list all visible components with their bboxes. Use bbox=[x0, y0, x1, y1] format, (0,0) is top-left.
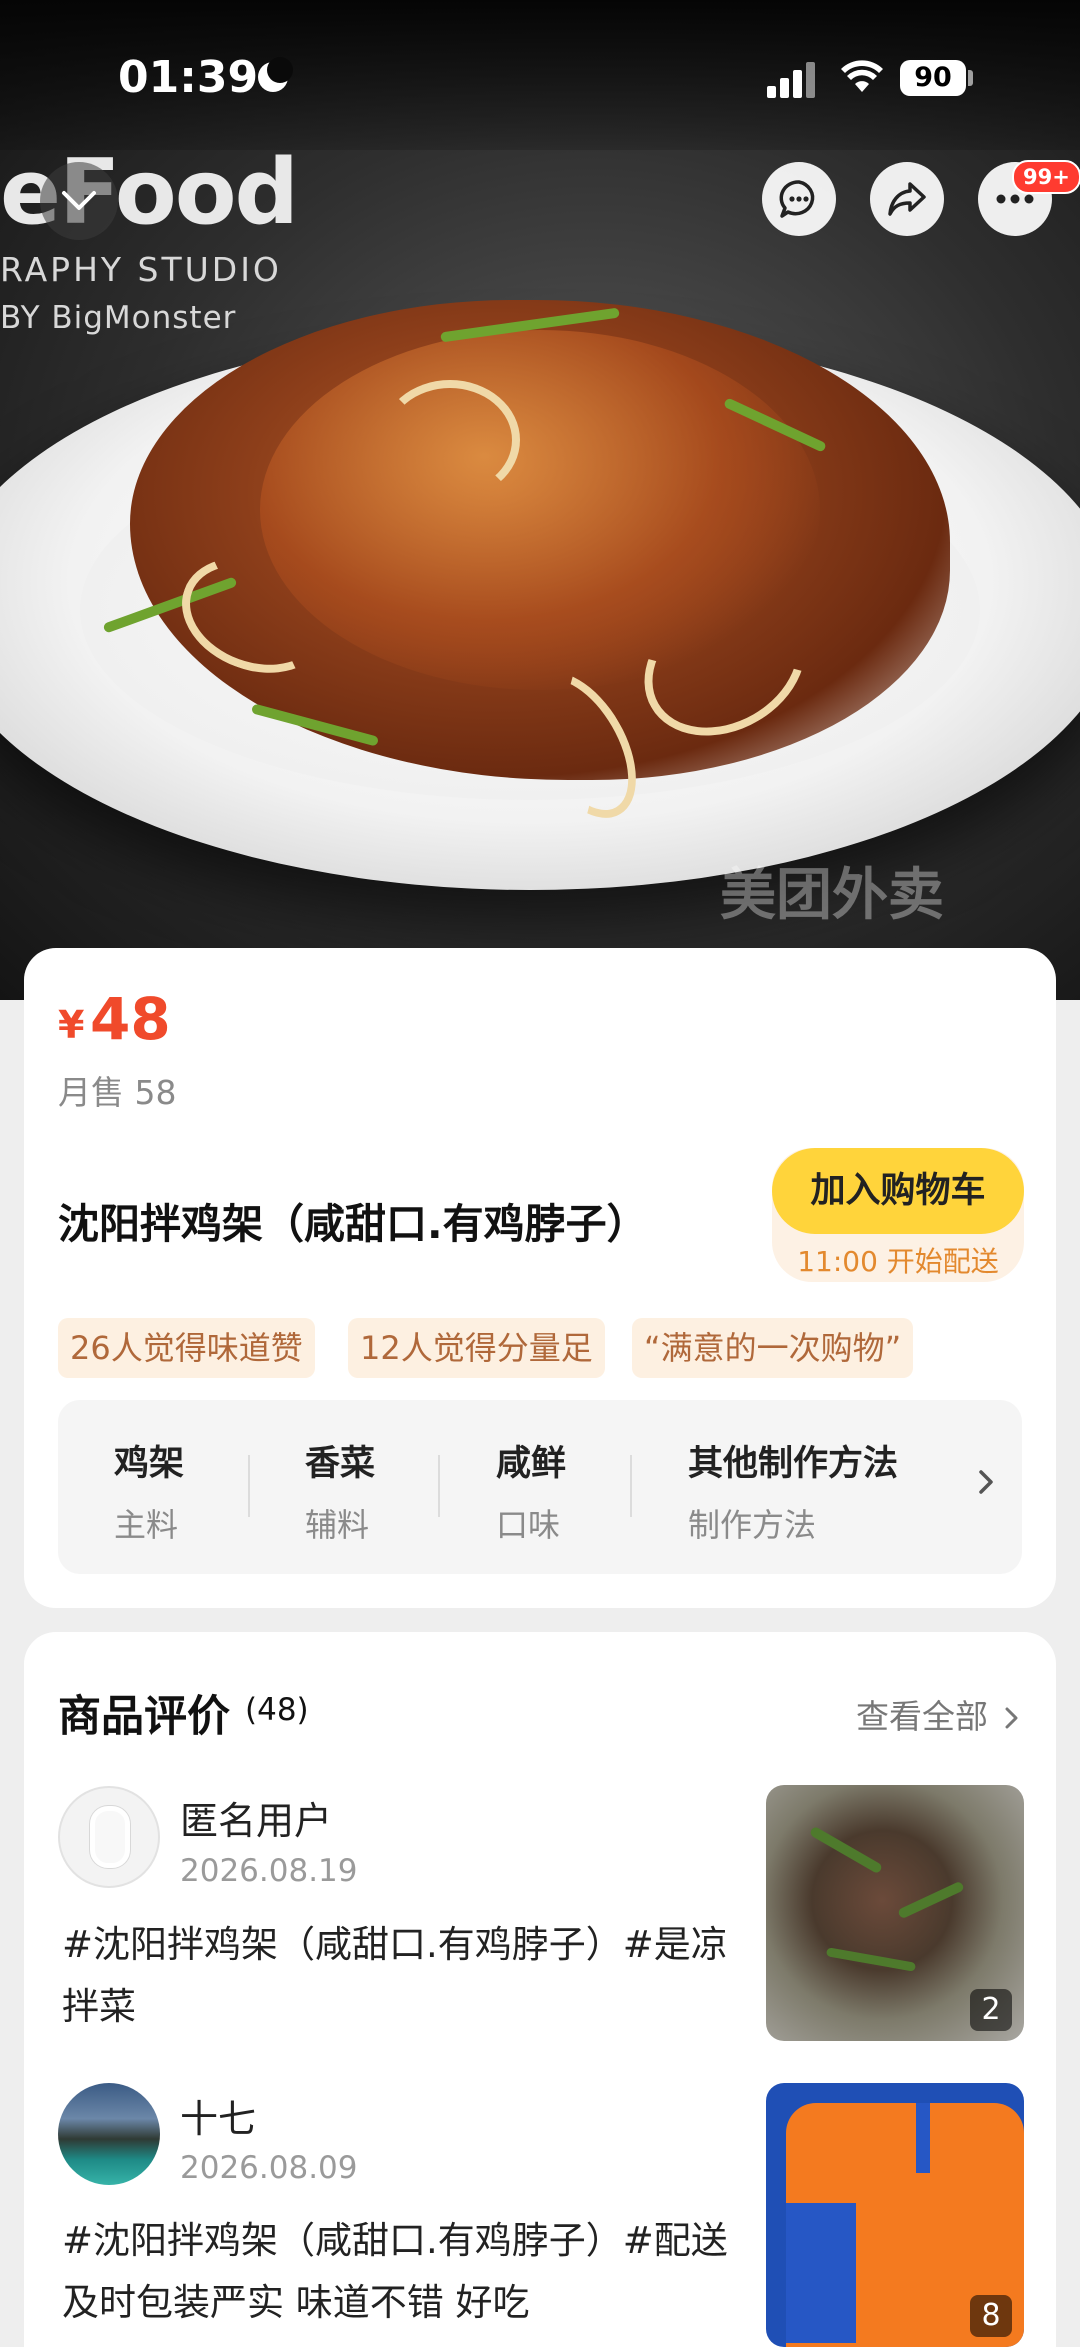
attribute-value: 香菜 bbox=[305, 1444, 376, 1484]
attribute-label: 辅料 bbox=[305, 1506, 370, 1544]
attribute-value: 其他制作方法 bbox=[688, 1444, 899, 1484]
chat-button[interactable] bbox=[762, 162, 836, 236]
attribute-label: 口味 bbox=[496, 1506, 561, 1544]
collapse-button[interactable] bbox=[40, 162, 118, 240]
review-photo[interactable]: 2 bbox=[766, 1785, 1024, 2041]
reviewer-name: 匿名用户 bbox=[180, 1799, 333, 1843]
more-dots-icon bbox=[996, 194, 1034, 204]
platform-watermark: 美团外卖 bbox=[720, 863, 944, 928]
add-to-cart-button[interactable]: 加入购物车 bbox=[772, 1148, 1024, 1234]
battery-tip bbox=[968, 70, 973, 86]
do-not-disturb-icon bbox=[258, 57, 293, 92]
monthly-sales: 月售 58 bbox=[58, 1073, 177, 1112]
chat-bubble-icon bbox=[779, 180, 815, 218]
attribute-main-ingredient: 鸡架 主料 bbox=[114, 1435, 184, 1546]
see-all-label: 查看全部 bbox=[856, 1697, 988, 1736]
reviews-title: 商品评价 bbox=[58, 1692, 230, 1742]
studio-watermark-line2: BY BigMonster bbox=[0, 300, 237, 336]
product-hero-image[interactable]: eFood RAPHY STUDIO BY BigMonster 美团外卖 bbox=[0, 0, 1080, 1000]
photo-detail bbox=[808, 1825, 884, 1875]
attribute-value: 鸡架 bbox=[114, 1444, 185, 1484]
divider bbox=[248, 1455, 250, 1517]
share-button[interactable] bbox=[870, 162, 944, 236]
attribute-cooking-method: 其他制作方法 制作方法 bbox=[688, 1435, 898, 1546]
status-time: 01:39 bbox=[118, 52, 259, 103]
attribute-flavor: 咸鲜 口味 bbox=[496, 1435, 566, 1546]
see-all-reviews-link[interactable]: 查看全部 bbox=[856, 1690, 1021, 1738]
review-tag[interactable]: 12人觉得分量足 bbox=[348, 1318, 605, 1378]
attribute-side-ingredient: 香菜 辅料 bbox=[305, 1435, 375, 1546]
currency-symbol: ¥ bbox=[58, 1003, 85, 1047]
rabbit-avatar-icon bbox=[90, 1806, 130, 1868]
reviewer-name: 十七 bbox=[180, 2097, 257, 2141]
photo-detail bbox=[786, 2203, 856, 2343]
review-text: #沈阳拌鸡架（咸甜口.有鸡脖子）#配送及时包装严实 味道不错 好吃 bbox=[62, 2219, 728, 2324]
photo-count-badge: 2 bbox=[970, 1989, 1012, 2031]
chevron-right-icon bbox=[1005, 1707, 1017, 1729]
chevron-right-icon[interactable] bbox=[976, 1466, 996, 1506]
review-text: #沈阳拌鸡架（咸甜口.有鸡脖子）#是凉拌菜 bbox=[62, 1923, 728, 2028]
divider bbox=[438, 1455, 440, 1517]
review-tag[interactable]: 26人觉得味道赞 bbox=[58, 1318, 315, 1378]
photo-detail bbox=[897, 1880, 965, 1920]
product-price: 48 bbox=[90, 985, 171, 1053]
avatar[interactable] bbox=[58, 1786, 160, 1888]
delivery-start-note: 11:00 开始配送 bbox=[797, 1245, 999, 1278]
review-tag[interactable]: “满意的一次购物” bbox=[632, 1318, 914, 1378]
review-date: 2026.08.19 bbox=[180, 1853, 358, 1889]
chevron-down-icon bbox=[62, 191, 96, 210]
product-title: 沈阳拌鸡架（咸甜口.有鸡脖子） bbox=[58, 1200, 648, 1248]
wifi-icon bbox=[840, 58, 884, 104]
cellular-signal-icon bbox=[767, 62, 815, 98]
attribute-value: 咸鲜 bbox=[496, 1444, 567, 1484]
photo-detail bbox=[916, 2103, 930, 2173]
attribute-label: 主料 bbox=[114, 1506, 179, 1544]
battery-indicator: 90 bbox=[900, 60, 966, 96]
notification-badge: 99+ bbox=[1012, 160, 1080, 194]
share-arrow-icon bbox=[888, 182, 926, 216]
divider bbox=[630, 1455, 632, 1517]
review-photo[interactable]: 8 bbox=[766, 2083, 1024, 2347]
photo-detail bbox=[825, 1947, 917, 1972]
photo-count-badge: 8 bbox=[970, 2295, 1012, 2337]
onion-slice bbox=[380, 380, 520, 500]
avatar[interactable] bbox=[58, 2083, 160, 2185]
studio-watermark-line1: RAPHY STUDIO bbox=[0, 250, 282, 289]
reviews-count: (48) bbox=[245, 1692, 309, 1728]
review-date: 2026.08.09 bbox=[180, 2150, 358, 2186]
attribute-label: 制作方法 bbox=[688, 1506, 817, 1544]
